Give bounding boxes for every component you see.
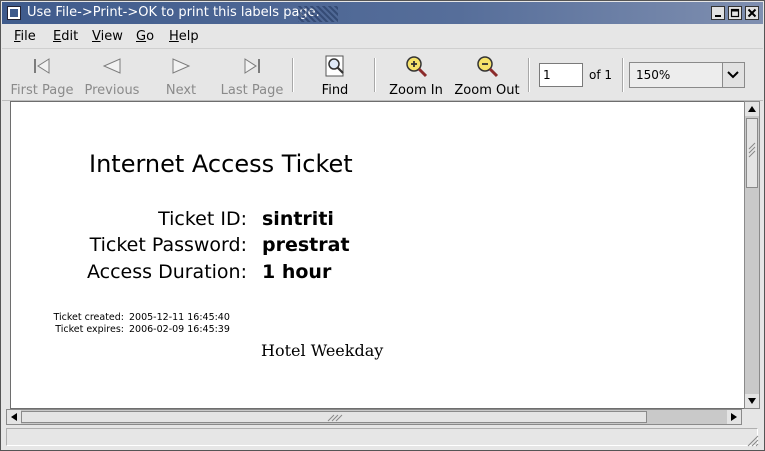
menu-file-label: ile bbox=[20, 29, 36, 44]
access-duration-value: 1 hour bbox=[262, 261, 332, 283]
zoom-in-icon bbox=[406, 56, 428, 78]
access-duration-row: Access Duration: 1 hour bbox=[11, 261, 731, 287]
zoom-out-icon bbox=[477, 56, 499, 78]
toolbar-separator bbox=[292, 58, 294, 92]
titlebar-grip-pattern bbox=[298, 6, 338, 22]
menu-edit-accel: E bbox=[53, 29, 62, 44]
menu-go-accel: G bbox=[136, 29, 147, 44]
find-icon bbox=[325, 55, 344, 77]
maximize-icon bbox=[730, 8, 740, 18]
scroll-left-button[interactable] bbox=[7, 410, 21, 424]
vertical-scrollbar[interactable] bbox=[744, 101, 760, 409]
maximize-button[interactable] bbox=[728, 6, 742, 20]
page-number-input[interactable] bbox=[539, 63, 583, 87]
ticket-id-label: Ticket ID: bbox=[158, 208, 247, 230]
previous-icon bbox=[102, 58, 121, 74]
menu-edit[interactable]: Edit bbox=[53, 29, 78, 44]
vertical-scroll-thumb[interactable] bbox=[746, 118, 758, 188]
arrow-up-icon bbox=[748, 106, 756, 112]
first-page-icon bbox=[34, 58, 50, 74]
ticket-created-label: Ticket created: bbox=[53, 312, 124, 323]
scroll-right-button[interactable] bbox=[727, 410, 741, 424]
zoom-out-label: Zoom Out bbox=[454, 83, 520, 98]
menu-view-label: iew bbox=[100, 29, 123, 44]
menu-help-accel: H bbox=[169, 29, 179, 44]
next-icon bbox=[172, 58, 191, 74]
menu-bar: File Edit View Go Help bbox=[2, 25, 763, 49]
window-title: Use File->Print->OK to print this labels… bbox=[27, 5, 320, 20]
arrow-right-icon bbox=[731, 413, 737, 421]
find-button[interactable]: Find bbox=[314, 54, 356, 98]
first-page-label: First Page bbox=[10, 83, 74, 98]
menu-edit-label: dit bbox=[61, 29, 79, 44]
ticket-id-row: Ticket ID: sintriti bbox=[11, 208, 731, 234]
window-menu-icon[interactable] bbox=[7, 6, 21, 20]
last-page-icon bbox=[244, 58, 260, 74]
next-button[interactable]: Next bbox=[158, 54, 204, 98]
ticket-password-row: Ticket Password: prestrat bbox=[11, 234, 731, 260]
minimize-button[interactable] bbox=[711, 6, 725, 20]
toolbar-separator bbox=[622, 58, 624, 92]
arrow-left-icon bbox=[11, 413, 17, 421]
document-page[interactable]: Internet Access Ticket Ticket ID: sintri… bbox=[10, 101, 744, 409]
menu-view-accel: V bbox=[92, 29, 101, 44]
scroll-down-button[interactable] bbox=[745, 394, 759, 408]
previous-label: Previous bbox=[84, 83, 140, 98]
ticket-created-value: 2005-12-11 16:45:40 bbox=[129, 312, 230, 323]
menu-help[interactable]: Help bbox=[169, 29, 199, 44]
previous-button[interactable]: Previous bbox=[82, 54, 142, 98]
ticket-expires-value: 2006-02-09 16:45:39 bbox=[129, 324, 230, 335]
ticket-expires-label: Ticket expires: bbox=[55, 324, 124, 335]
grip-icon bbox=[748, 142, 756, 158]
resize-grip-icon[interactable] bbox=[745, 433, 759, 447]
arrow-down-icon bbox=[748, 398, 756, 404]
last-page-label: Last Page bbox=[220, 83, 284, 98]
grip-icon bbox=[327, 414, 343, 422]
menu-file[interactable]: File bbox=[14, 29, 36, 44]
chevron-down-icon bbox=[727, 71, 739, 79]
find-label: Find bbox=[321, 83, 349, 98]
viewer-window: Use File->Print->OK to print this labels… bbox=[0, 0, 765, 451]
horizontal-scrollbar[interactable] bbox=[6, 409, 742, 425]
zoom-in-button[interactable]: Zoom In bbox=[386, 54, 446, 98]
toolbar-separator bbox=[528, 58, 530, 92]
horizontal-scroll-thumb[interactable] bbox=[21, 411, 647, 423]
title-bar[interactable]: Use File->Print->OK to print this labels… bbox=[2, 2, 763, 24]
next-label: Next bbox=[165, 83, 197, 98]
last-page-button[interactable]: Last Page bbox=[218, 54, 286, 98]
status-bar bbox=[2, 426, 763, 450]
close-icon bbox=[747, 8, 757, 18]
ticket-password-label: Ticket Password: bbox=[89, 234, 247, 256]
menu-go-label: o bbox=[146, 29, 155, 44]
zoom-value: 150% bbox=[636, 68, 671, 82]
zoom-out-button[interactable]: Zoom Out bbox=[454, 54, 520, 98]
menu-help-label: elp bbox=[178, 29, 199, 44]
scroll-up-button[interactable] bbox=[745, 102, 759, 116]
hotel-name: Hotel Weekday bbox=[261, 341, 384, 360]
close-button[interactable] bbox=[745, 6, 759, 20]
status-text bbox=[6, 428, 758, 446]
ticket-id-value: sintriti bbox=[262, 208, 334, 230]
toolbar-separator bbox=[374, 58, 376, 92]
access-duration-label: Access Duration: bbox=[86, 261, 247, 283]
first-page-button[interactable]: First Page bbox=[8, 54, 76, 98]
zoom-in-label: Zoom In bbox=[389, 83, 443, 98]
page-count-label: of 1 bbox=[589, 68, 613, 82]
zoom-dropdown-button[interactable] bbox=[722, 63, 744, 87]
zoom-select[interactable]: 150% bbox=[629, 62, 745, 88]
minimize-icon bbox=[715, 15, 721, 17]
menu-view[interactable]: View bbox=[92, 29, 123, 44]
menu-go[interactable]: Go bbox=[136, 29, 154, 44]
ticket-password-value: prestrat bbox=[262, 234, 350, 256]
ticket-title: Internet Access Ticket bbox=[89, 150, 353, 178]
